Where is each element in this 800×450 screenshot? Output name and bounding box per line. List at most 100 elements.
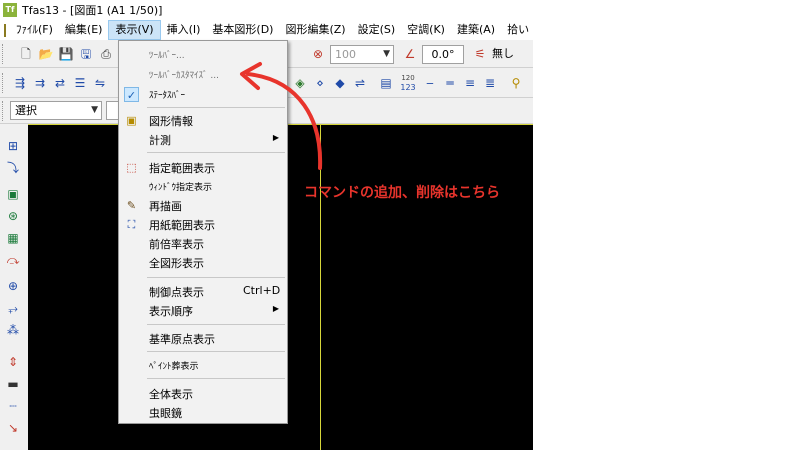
dimension-icon[interactable]: ‒	[422, 75, 438, 91]
menu-item-label: ｳｨﾝﾄﾞｳ指定表示	[149, 183, 213, 193]
menu-separator	[147, 351, 285, 352]
menu-item-label: 図形情報	[149, 115, 193, 128]
paper-border-vertical	[320, 124, 321, 450]
menu-item-label: 虫眼鏡	[149, 407, 182, 420]
annotation-text: コマンドの追加、削除はこちら	[304, 185, 500, 201]
menu-item-previous-zoom[interactable]: 前倍率表示	[119, 234, 287, 253]
menu-item-label: ｽﾃｰﾀｽﾊﾞｰ	[149, 91, 186, 101]
shape-info-icon: ▣	[126, 114, 137, 127]
window-title: Tfas13 - [図面1 (A1 1/50)]	[22, 4, 163, 17]
menu-view[interactable]: 表示(V)	[108, 20, 161, 40]
dimension-stack-icon[interactable]: ≣	[482, 75, 498, 91]
menu-item-label: 全体表示	[149, 388, 193, 401]
pipe-icon[interactable]: ⤼	[5, 252, 21, 268]
dimension-line-icon[interactable]: ═	[442, 75, 458, 91]
menu-item-label: 計測	[149, 134, 171, 147]
menu-hvac[interactable]: 空調(K)	[401, 20, 451, 40]
line-thick-icon[interactable]: ▬	[5, 376, 21, 392]
checkmark-icon: ✓	[124, 87, 139, 102]
left-toolbar: ⊞ ⤵ ▣ ⊛ ▦ ⤼ ⊕ ⥅ ⁂ ⇕ ▬ ┈ ↘	[0, 124, 29, 450]
line-style-value[interactable]: 無し	[492, 46, 514, 62]
duct-elbow-icon[interactable]: ⇄	[52, 75, 68, 91]
menu-item-control-points[interactable]: 制御点表示 Ctrl+D	[119, 282, 287, 301]
menu-item-base-origin[interactable]: 基準原点表示	[119, 329, 287, 348]
flow-icon[interactable]: ⇌	[352, 75, 368, 91]
menu-item-shortcut: Ctrl+D	[243, 284, 281, 297]
annotation-arrow	[240, 62, 323, 170]
toolbar-grip[interactable]	[2, 44, 6, 64]
menu-item-window-view[interactable]: ｳｨﾝﾄﾞｳ指定表示	[119, 177, 287, 196]
chevron-down-icon: ▼	[383, 49, 390, 59]
menu-item-label: 用紙範囲表示	[149, 219, 215, 232]
menu-settings[interactable]: 設定(S)	[352, 20, 402, 40]
menu-item-all-shapes[interactable]: 全図形表示	[119, 253, 287, 272]
menu-item-label: 指定範囲表示	[149, 162, 215, 175]
text-symbol-icon[interactable]: ⚲	[508, 75, 524, 91]
menu-edit[interactable]: 編集(E)	[59, 20, 109, 40]
menu-item-overview[interactable]: 全体表示	[119, 384, 287, 403]
duct-reducer-icon[interactable]: ⇋	[92, 75, 108, 91]
label-123[interactable]: 123	[400, 80, 416, 96]
menu-item-paint-display[interactable]: ﾍﾟｲﾝﾄ葬表示	[119, 356, 287, 375]
open-folder-icon[interactable]: 📂	[38, 46, 54, 62]
toolbar-grip[interactable]	[2, 101, 6, 121]
angle-field[interactable]: 0.0°	[422, 45, 464, 64]
menu-takeoff[interactable]: 拾い	[501, 20, 533, 40]
menu-shape-edit[interactable]: 図形編集(Z)	[279, 20, 351, 40]
menu-basic-shapes[interactable]: 基本図形(D)	[206, 20, 279, 40]
new-file-icon[interactable]: 🗋	[18, 46, 34, 62]
menu-file[interactable]: ﾌｧｲﾙ(F)	[10, 20, 59, 40]
equipment-icon[interactable]: ▣	[5, 186, 21, 202]
menu-item-label: 表示順序	[149, 305, 193, 318]
menu-item-label: ﾂｰﾙﾊﾞｰｶｽﾀﾏｲｽﾞ ...	[149, 71, 219, 81]
menu-separator	[147, 378, 285, 379]
crosshair-icon[interactable]: ⊕	[5, 278, 21, 294]
unit-icon[interactable]: ▦	[5, 230, 21, 246]
menu-bar: ﾌｧｲﾙ(F) 編集(E) 表示(V) 挿入(I) 基本図形(D) 図形編集(Z…	[0, 20, 533, 40]
menu-item-redraw[interactable]: ✎ 再描画	[119, 196, 287, 215]
mode-select[interactable]: 選択 ▼	[10, 101, 102, 120]
toolbar-grip[interactable]	[2, 73, 6, 93]
line-style-icon[interactable]: ⚟	[472, 46, 488, 62]
title-bar: Tf Tfas13 - [図面1 (A1 1/50)]	[0, 0, 533, 20]
menu-separator	[147, 324, 285, 325]
menu-item-label: 全図形表示	[149, 257, 204, 270]
duct-connect-icon[interactable]: ⇉	[32, 75, 48, 91]
dimension-vertical-icon[interactable]: ⇕	[5, 354, 21, 370]
duct-branch-icon[interactable]: ⇶	[12, 75, 28, 91]
document-icon[interactable]	[4, 23, 6, 37]
angle-icon[interactable]: ∠	[402, 46, 418, 62]
submenu-arrow-icon: ▶	[272, 304, 279, 313]
save-as-icon[interactable]: 🖫	[78, 46, 94, 62]
room-icon[interactable]: ⊞	[5, 138, 21, 154]
menu-item-label: ﾍﾟｲﾝﾄ葬表示	[149, 362, 199, 372]
group-icon[interactable]: ⁂	[5, 322, 21, 338]
save-icon[interactable]: 💾	[58, 46, 74, 62]
print-icon[interactable]: ⎙	[98, 46, 114, 62]
paper-range-icon: ⛶	[127, 218, 136, 231]
menu-item-label: 再描画	[149, 200, 182, 213]
line-dotted-icon[interactable]: ┈	[5, 398, 21, 414]
menu-separator	[147, 277, 285, 278]
brush-icon: ✎	[126, 199, 137, 212]
dimension-chain-icon[interactable]: ≡	[462, 75, 478, 91]
branch-icon[interactable]: ⤵	[5, 160, 21, 176]
menu-item-label: 前倍率表示	[149, 238, 204, 251]
line-arrow-icon[interactable]: ↘	[5, 420, 21, 436]
menu-item-paper-range[interactable]: ⛶ 用紙範囲表示	[119, 215, 287, 234]
menu-insert[interactable]: 挿入(I)	[161, 20, 207, 40]
chevron-down-icon: ▼	[91, 105, 98, 115]
menu-item-label: 制御点表示	[149, 286, 204, 299]
connect-icon[interactable]: ⥅	[5, 300, 21, 316]
menu-item-display-order[interactable]: 表示順序 ▶	[119, 301, 287, 320]
align-icon[interactable]: ☰	[72, 75, 88, 91]
fan-icon[interactable]: ⊛	[5, 208, 21, 224]
menu-architecture[interactable]: 建築(A)	[451, 20, 501, 40]
menu-item-label: 基準原点表示	[149, 333, 215, 346]
app-logo-icon: Tf	[3, 3, 17, 17]
menu-item-magnifier[interactable]: 虫眼鏡	[119, 403, 287, 422]
sheet-icon[interactable]: ▤	[378, 75, 394, 91]
range-view-icon: ⬚	[126, 161, 137, 174]
mode-select-value: 選択	[15, 104, 37, 117]
menu-item-label: ﾂｰﾙﾊﾞｰ...	[149, 51, 185, 61]
